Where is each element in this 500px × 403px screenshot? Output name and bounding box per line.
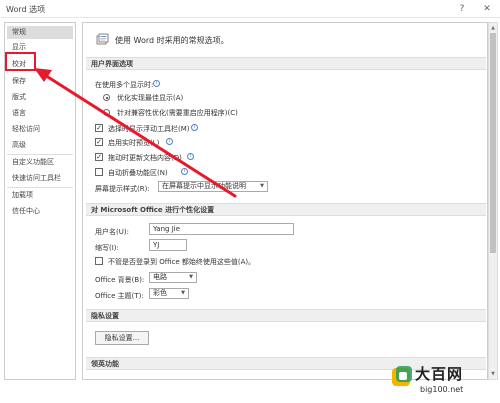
section-personalize: 对 Microsoft Office 进行个性化设置: [86, 203, 486, 216]
radio-optimize-label: 优化实现最佳显示(A): [117, 94, 184, 102]
panel-header-text: 使用 Word 时采用的常规选项。: [115, 36, 229, 45]
theme-value: 彩色: [153, 289, 167, 297]
radio-compat-label: 针对兼容性优化(需要重启应用程序)(C): [117, 109, 238, 117]
checkbox-collapse-ribbon[interactable]: [95, 168, 103, 176]
sidebar-item-general[interactable]: 常规: [7, 26, 73, 39]
chevron-down-icon: ▼: [260, 183, 264, 189]
proofing-highlight-box: [5, 52, 36, 71]
background-value: 电路: [153, 273, 167, 281]
background-label: Office 背景(B):: [95, 276, 145, 284]
watermark-logo-icon: [392, 366, 412, 386]
sidebar-item-save[interactable]: 保存: [7, 75, 73, 88]
collapse-ribbon-label: 自动折叠功能区(N): [108, 169, 168, 177]
sidebar-divider: [7, 154, 73, 155]
checkbox-live-preview[interactable]: ✓: [95, 138, 103, 146]
info-icon: i: [187, 153, 194, 160]
sidebar-divider: [7, 187, 73, 188]
watermark-main-text: 大百网: [415, 365, 464, 383]
theme-select[interactable]: 彩色 ▼: [149, 288, 189, 299]
info-icon: i: [153, 80, 160, 87]
sidebar-item-layout[interactable]: 版式: [7, 91, 73, 104]
watermark: 大百网 big100.net: [390, 362, 500, 402]
screentip-select[interactable]: 在屏幕提示中显示功能说明 ▼: [158, 181, 268, 192]
info-icon: i: [181, 168, 188, 175]
chevron-down-icon: ▼: [189, 274, 193, 280]
screentip-value: 在屏幕提示中显示功能说明: [162, 182, 246, 190]
watermark-sub-text: big100.net: [420, 385, 464, 394]
sidebar-item-customize-ribbon[interactable]: 自定义功能区: [7, 156, 73, 169]
username-field[interactable]: Yang Jie: [149, 223, 294, 235]
sidebar-item-trust-center[interactable]: 信任中心: [7, 205, 73, 218]
title-bar: Word 选项 ? ✕: [0, 0, 500, 18]
info-icon: i: [191, 124, 198, 131]
close-button[interactable]: ✕: [480, 2, 494, 16]
checkbox-mini-toolbar[interactable]: ✓: [95, 124, 103, 132]
always-use-label: 不管是否登录到 Office 都始终使用这些值(A)。: [108, 258, 256, 266]
help-button[interactable]: ?: [455, 2, 469, 16]
sidebar-item-advanced[interactable]: 高级: [7, 139, 73, 152]
scrollbar[interactable]: ▲ ▼: [488, 22, 498, 380]
general-options-icon: [96, 33, 109, 45]
window-title: Word 选项: [6, 5, 46, 14]
background-select[interactable]: 电路 ▼: [149, 272, 197, 283]
privacy-settings-button[interactable]: 隐私设置...: [95, 331, 149, 345]
sidebar-item-quick-access[interactable]: 快速访问工具栏: [7, 172, 73, 185]
checkbox-update-drag[interactable]: ✓: [95, 153, 103, 161]
multi-display-label: 在使用多个显示时:: [95, 81, 154, 89]
screentip-label: 屏幕提示样式(R):: [95, 185, 150, 193]
chevron-down-icon: ▼: [181, 290, 185, 296]
checkbox-always-use[interactable]: [95, 257, 103, 265]
initials-field[interactable]: YJ: [149, 239, 187, 251]
mini-toolbar-label: 选择时显示浮动工具栏(M): [108, 125, 190, 133]
section-privacy: 隐私设置: [86, 309, 486, 322]
general-options-panel: 使用 Word 时采用的常规选项。 用户界面选项 在使用多个显示时: i 优化实…: [82, 22, 488, 380]
sidebar-item-addins[interactable]: 加载项: [7, 189, 73, 202]
info-icon: i: [166, 138, 173, 145]
theme-label: Office 主题(T):: [95, 292, 144, 300]
sidebar-item-language[interactable]: 语言: [7, 107, 73, 120]
sidebar-item-accessibility[interactable]: 轻松访问: [7, 123, 73, 136]
section-ui-options: 用户界面选项: [86, 57, 486, 70]
update-drag-label: 拖动时更新文档内容(D): [108, 154, 182, 162]
scroll-thumb[interactable]: [490, 33, 496, 253]
scroll-up-icon[interactable]: ▲: [489, 24, 497, 32]
radio-optimize-display[interactable]: [103, 94, 110, 101]
radio-compat-display[interactable]: [103, 109, 110, 116]
options-sidebar: 常规 显示 校对 保存 版式 语言 轻松访问 高级 自定义功能区 快速访问工具栏…: [4, 22, 76, 380]
live-preview-label: 启用实时预览(L): [108, 139, 160, 147]
initials-label: 缩写(I):: [95, 244, 119, 252]
username-label: 用户名(U):: [95, 228, 129, 236]
